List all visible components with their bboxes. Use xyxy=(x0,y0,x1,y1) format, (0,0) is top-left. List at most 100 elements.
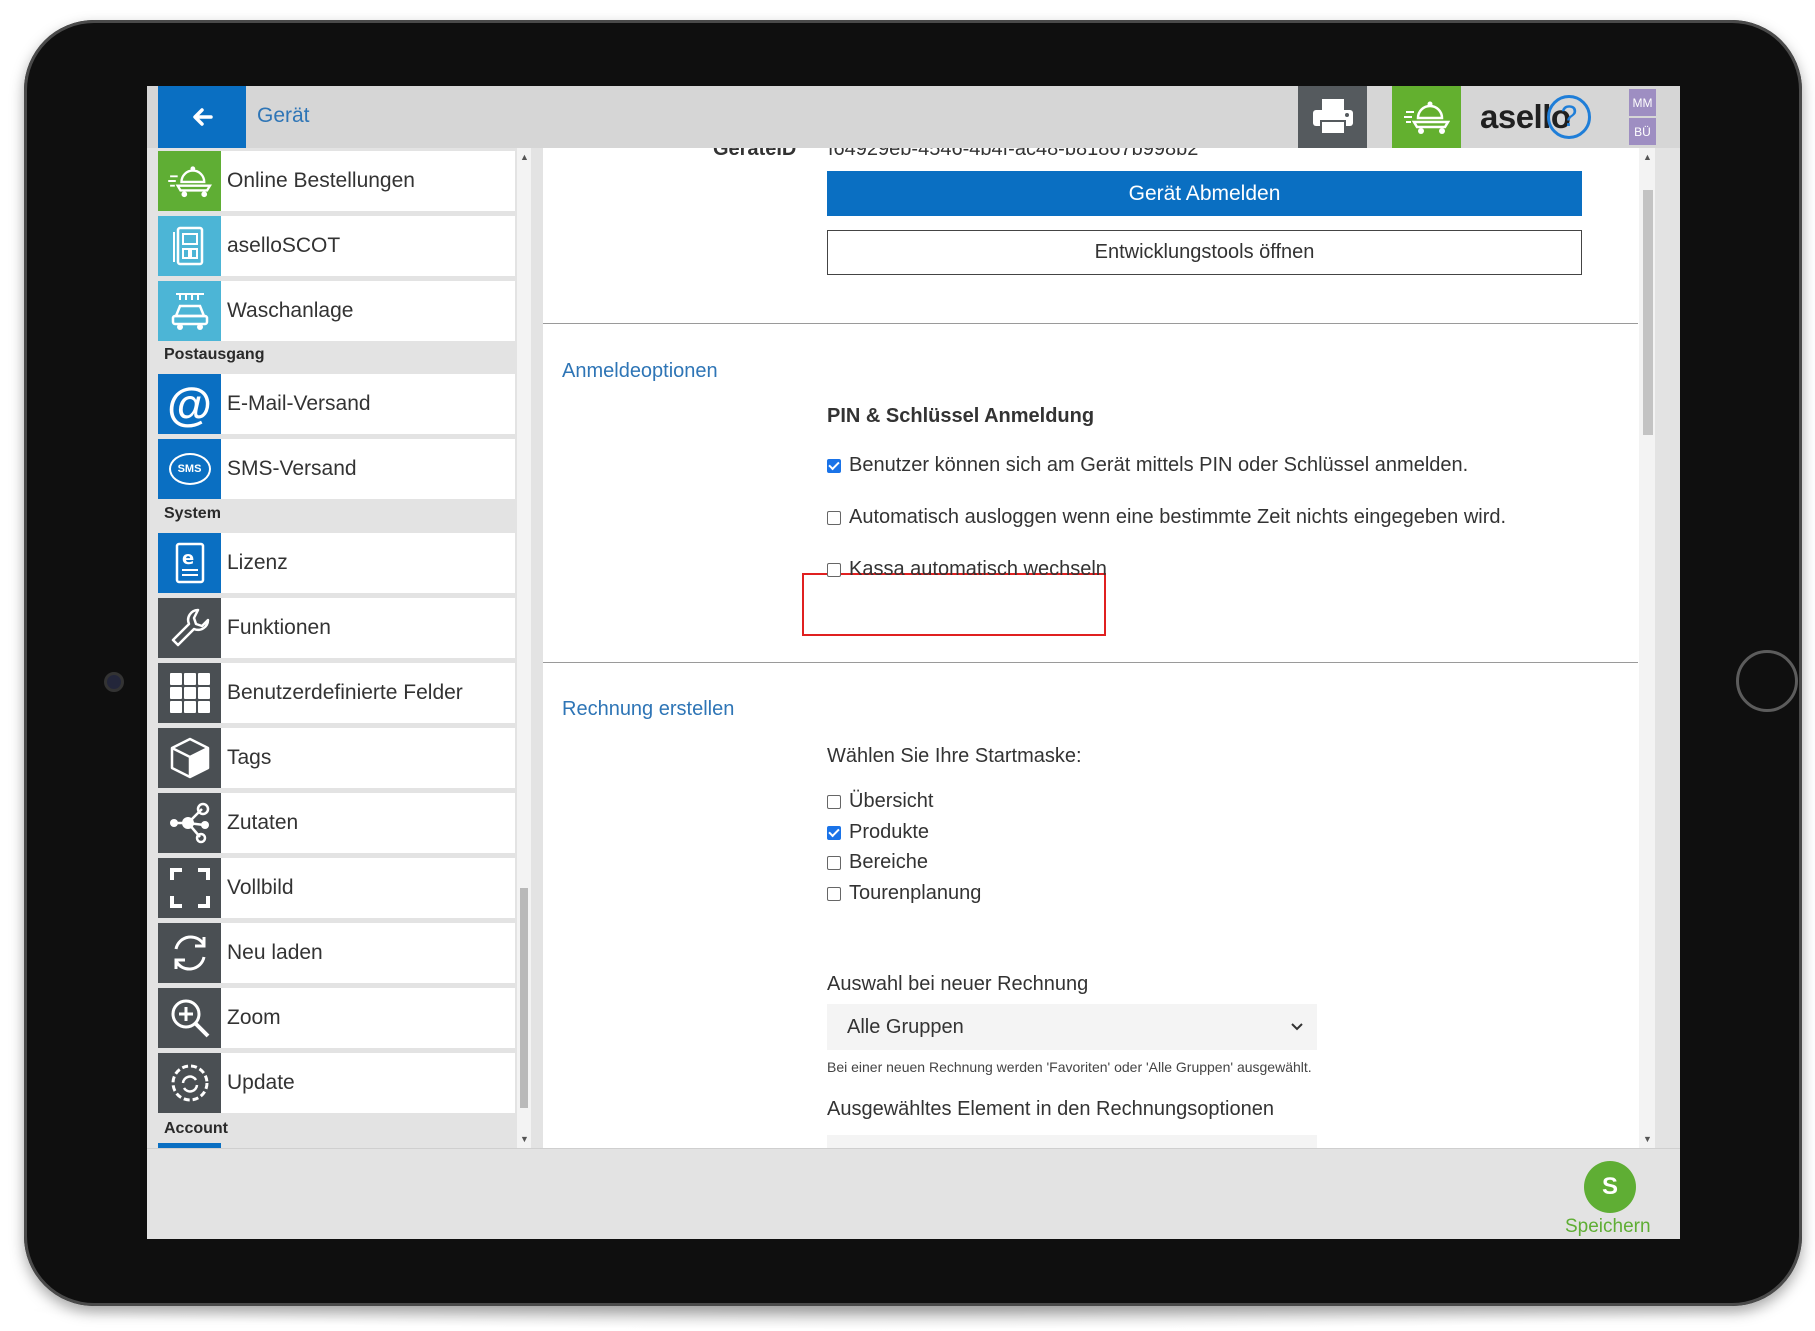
help-button[interactable]: ? xyxy=(1547,95,1591,139)
section-title-anmeldeoptionen: Anmeldeoptionen xyxy=(562,360,718,382)
option-label: Übersicht xyxy=(849,790,934,812)
app-screen: Gerät asello ? MM BÜ Online Bestellungen… xyxy=(147,86,1680,1239)
arrow-left-icon xyxy=(193,108,213,126)
sidebar-scrollbar-thumb[interactable] xyxy=(520,888,528,1108)
car-wash-icon xyxy=(158,281,221,341)
selected-element-label: Ausgewähltes Element in den Rechnungsopt… xyxy=(827,1098,1274,1120)
scroll-down-icon[interactable]: ▼ xyxy=(520,1134,529,1144)
divider xyxy=(543,662,1638,663)
save-button[interactable]: S xyxy=(1584,1161,1636,1213)
online-orders-button[interactable] xyxy=(1392,86,1461,148)
main-scrollbar-thumb[interactable] xyxy=(1643,190,1653,435)
option-pin-login[interactable]: Benutzer können sich am Gerät mittels PI… xyxy=(827,454,1468,477)
option-label: Tourenplanung xyxy=(849,882,982,904)
devtools-button[interactable]: Entwicklungstools öffnen xyxy=(827,230,1582,275)
scroll-up-icon[interactable]: ▲ xyxy=(1643,152,1652,162)
sidebar-item-label: Waschanlage xyxy=(227,299,354,322)
svg-text:e: e xyxy=(182,548,194,569)
sidebar-item-label: Lizenz xyxy=(227,551,288,574)
startmask-option-bereiche[interactable]: Bereiche xyxy=(827,851,928,874)
checkbox-auto-logout[interactable] xyxy=(827,510,841,525)
home-button[interactable] xyxy=(1736,650,1798,712)
option-label: Produkte xyxy=(849,821,930,843)
section-title-rechnung-erstellen: Rechnung erstellen xyxy=(562,698,735,720)
device-logout-button[interactable]: Gerät Abmelden xyxy=(827,171,1582,216)
sidebar-item-zoom[interactable]: Zoom xyxy=(158,988,515,1048)
device-id-label: GeräteID xyxy=(713,148,797,160)
checkbox-bereiche[interactable] xyxy=(827,855,841,870)
header: Gerät asello ? MM BÜ xyxy=(147,86,1680,148)
scroll-down-icon[interactable]: ▼ xyxy=(1643,1134,1652,1144)
checkbox-produkte[interactable] xyxy=(827,825,841,840)
sidebar-item-funktionen[interactable]: Funktionen xyxy=(158,598,515,658)
sidebar-item-label: SMS-Versand xyxy=(227,457,357,480)
delivery-cart-icon xyxy=(158,151,221,211)
selected-element-select[interactable] xyxy=(827,1135,1317,1148)
subsection-title-pin: PIN & Schlüssel Anmeldung xyxy=(827,405,1095,427)
at-icon: @ xyxy=(158,374,221,434)
option-auto-logout[interactable]: Automatisch ausloggen wenn eine bestimmt… xyxy=(827,506,1506,529)
startmask-option-tourenplanung[interactable]: Tourenplanung xyxy=(827,882,981,905)
back-button[interactable] xyxy=(158,86,246,148)
sidebar-item-neu-laden[interactable]: Neu laden xyxy=(158,923,515,983)
sidebar-item-label: Update xyxy=(227,1071,295,1094)
sidebar-item-update[interactable]: Update xyxy=(158,1053,515,1113)
option-auto-switch-register[interactable]: Kassa automatisch wechseln xyxy=(827,558,1107,581)
sidebar-item-vollbild[interactable]: Vollbild xyxy=(158,858,515,918)
option-label: Benutzer können sich am Gerät mittels PI… xyxy=(849,454,1469,476)
option-label: Bereiche xyxy=(849,851,928,873)
highlight-box xyxy=(802,573,1106,636)
save-label[interactable]: Speichern xyxy=(1565,1216,1651,1238)
delivery-cart-icon xyxy=(1403,101,1450,134)
user-badge-bottom[interactable]: BÜ xyxy=(1629,118,1656,145)
main-scrollbar[interactable]: ▲ ▼ xyxy=(1639,148,1655,1148)
print-button[interactable] xyxy=(1298,86,1367,148)
sidebar-item-label: Vollbild xyxy=(227,876,294,899)
sidebar-item-label: Zutaten xyxy=(227,811,299,834)
section-system: System xyxy=(164,505,221,522)
user-badge-top[interactable]: MM xyxy=(1629,89,1656,116)
checkbox-tourenplanung[interactable] xyxy=(827,886,841,901)
sidebar-item-tags[interactable]: Tags xyxy=(158,728,515,788)
sidebar-item-benutzerdefinierte-felder[interactable]: Benutzerdefinierte Felder xyxy=(158,663,515,723)
sidebar-item-label: Tags xyxy=(227,746,272,769)
checkbox-auto-switch-register[interactable] xyxy=(827,562,841,577)
sidebar: Online Bestellungen aselloSCOT Waschanla… xyxy=(158,148,515,1148)
camera xyxy=(104,672,124,692)
sidebar-item-label: aselloSCOT xyxy=(227,234,341,257)
startmask-option-uebersicht[interactable]: Übersicht xyxy=(827,790,933,813)
cube-icon xyxy=(158,728,221,788)
new-invoice-select[interactable]: Alle Gruppen xyxy=(827,1004,1317,1050)
sidebar-item-online-bestellungen[interactable]: Online Bestellungen xyxy=(158,151,515,211)
scroll-up-icon[interactable]: ▲ xyxy=(520,152,529,162)
self-checkout-icon xyxy=(158,216,221,276)
sidebar-item-sms-versand[interactable]: SMS SMS-Versand xyxy=(158,439,515,499)
select-value: Alle Gruppen xyxy=(847,1015,964,1038)
device-id-value: f64929eb-4546-4b4f-ac48-b81867b998b2 xyxy=(828,148,1199,160)
wrench-icon xyxy=(158,598,221,658)
new-invoice-hint: Bei einer neuen Rechnung werden 'Favorit… xyxy=(827,1059,1312,1075)
section-postausgang: Postausgang xyxy=(164,346,265,363)
sidebar-item-lizenz[interactable]: e Lizenz xyxy=(158,533,515,593)
network-icon xyxy=(158,793,221,853)
sidebar-item-email-versand[interactable]: @ E-Mail-Versand xyxy=(158,374,515,434)
update-icon xyxy=(158,1053,221,1113)
startmask-label: Wählen Sie Ihre Startmaske: xyxy=(827,745,1082,767)
sidebar-item-asello-scot[interactable]: aselloSCOT xyxy=(158,216,515,276)
checkbox-pin-login[interactable] xyxy=(827,458,841,473)
startmask-option-produkte[interactable]: Produkte xyxy=(827,821,929,844)
checkbox-uebersicht[interactable] xyxy=(827,794,841,809)
sidebar-scrollbar[interactable]: ▲ ▼ xyxy=(517,148,531,1148)
sidebar-item-label: Online Bestellungen xyxy=(227,169,415,192)
option-label: Automatisch ausloggen wenn eine bestimmt… xyxy=(849,506,1507,528)
footer: S Speichern xyxy=(147,1148,1680,1239)
sidebar-item-label: Funktionen xyxy=(227,616,331,639)
printer-icon xyxy=(1312,99,1353,135)
zoom-icon xyxy=(158,988,221,1048)
sidebar-item-waschanlage[interactable]: Waschanlage xyxy=(158,281,515,341)
option-label: Kassa automatisch wechseln xyxy=(849,558,1107,580)
sidebar-item-label: Neu laden xyxy=(227,941,323,964)
sidebar-item-zutaten[interactable]: Zutaten xyxy=(158,793,515,853)
fullscreen-icon xyxy=(158,858,221,918)
sidebar-item-label: Benutzerdefinierte Felder xyxy=(227,681,463,704)
